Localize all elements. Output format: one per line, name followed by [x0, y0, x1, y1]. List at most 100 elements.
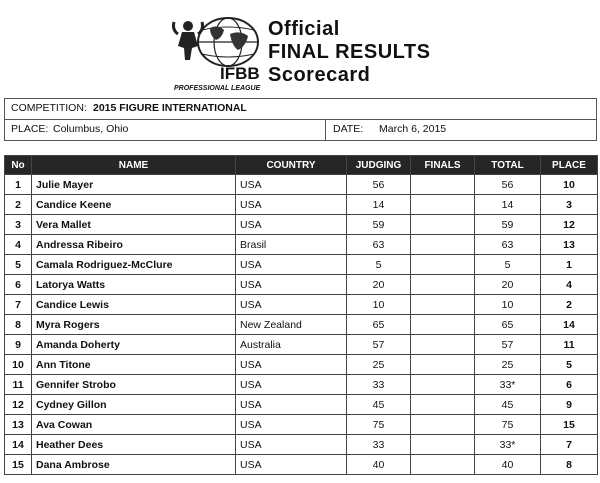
cell-no: 7 [4, 294, 32, 315]
cell-no: 10 [4, 354, 32, 375]
cell-name: Ava Cowan [31, 414, 236, 435]
place-value: Columbus, Ohio [53, 123, 129, 135]
cell-name: Andressa Ribeiro [31, 234, 236, 255]
cell-total: 57 [474, 334, 541, 355]
cell-finals [410, 374, 475, 395]
table-row: 5 Camala Rodriguez-McClure USA 5 5 1 [4, 254, 598, 275]
cell-finals [410, 194, 475, 215]
cell-judging: 63 [346, 234, 411, 255]
cell-place: 4 [540, 274, 598, 295]
cell-finals [410, 354, 475, 375]
table-row: 8 Myra Rogers New Zealand 65 65 14 [4, 314, 598, 335]
table-row: 9 Amanda Doherty Australia 57 57 11 [4, 334, 598, 355]
cell-judging: 33 [346, 434, 411, 455]
cell-no: 1 [4, 174, 32, 195]
cell-name: Myra Rogers [31, 314, 236, 335]
header-country: COUNTRY [235, 155, 347, 175]
logo-text: IFBB [220, 64, 260, 83]
cell-finals [410, 174, 475, 195]
table-row: 7 Candice Lewis USA 10 10 2 [4, 294, 598, 315]
table-header-row: No NAME COUNTRY JUDGING FINALS TOTAL PLA… [4, 155, 598, 175]
cell-total: 40 [474, 454, 541, 475]
place-date-divider [325, 120, 326, 140]
table-row: 12 Cydney Gillon USA 45 45 9 [4, 394, 598, 415]
cell-total: 56 [474, 174, 541, 195]
scorecard-page: IFBB PROFESSIONAL LEAGUE Official FINAL … [0, 0, 600, 483]
cell-name: Dana Ambrose [31, 454, 236, 475]
cell-finals [410, 434, 475, 455]
table-row: 11 Gennifer Strobo USA 33 33* 6 [4, 374, 598, 395]
cell-finals [410, 294, 475, 315]
cell-judging: 20 [346, 274, 411, 295]
cell-name: Heather Dees [31, 434, 236, 455]
cell-judging: 10 [346, 294, 411, 315]
header-finals: FINALS [410, 155, 475, 175]
cell-finals [410, 214, 475, 235]
cell-judging: 45 [346, 394, 411, 415]
results-body: 1 Julie Mayer USA 56 56 10 2 Candice Keene USA 14… [4, 174, 598, 475]
competition-box: COMPETITION: 2015 FIGURE INTERNATIONAL [4, 98, 597, 120]
cell-no: 13 [4, 414, 32, 435]
cell-country: USA [235, 294, 347, 315]
cell-no: 9 [4, 334, 32, 355]
cell-place: 15 [540, 414, 598, 435]
cell-judging: 75 [346, 414, 411, 435]
results-table: No NAME COUNTRY JUDGING FINALS TOTAL PLA… [4, 155, 598, 475]
cell-country: USA [235, 374, 347, 395]
cell-country: USA [235, 394, 347, 415]
table-row: 14 Heather Dees USA 33 33* 7 [4, 434, 598, 455]
cell-total: 45 [474, 394, 541, 415]
cell-name: Vera Mallet [31, 214, 236, 235]
competition-value: 2015 FIGURE INTERNATIONAL [93, 102, 247, 114]
cell-judging: 14 [346, 194, 411, 215]
cell-total: 33* [474, 374, 541, 395]
cell-place: 2 [540, 294, 598, 315]
cell-place: 12 [540, 214, 598, 235]
cell-no: 4 [4, 234, 32, 255]
cell-place: 7 [540, 434, 598, 455]
cell-total: 25 [474, 354, 541, 375]
title-final-results: FINAL RESULTS [268, 41, 431, 63]
cell-finals [410, 454, 475, 475]
cell-name: Candice Lewis [31, 294, 236, 315]
cell-no: 15 [4, 454, 32, 475]
date-value: March 6, 2015 [379, 123, 447, 135]
table-row: 13 Ava Cowan USA 75 75 15 [4, 414, 598, 435]
title-official: Official [268, 18, 340, 40]
header-total: TOTAL [474, 155, 541, 175]
title-scorecard: Scorecard [268, 64, 371, 86]
cell-name: Camala Rodriguez-McClure [31, 254, 236, 275]
cell-total: 20 [474, 274, 541, 295]
cell-name: Candice Keene [31, 194, 236, 215]
cell-no: 14 [4, 434, 32, 455]
cell-country: USA [235, 254, 347, 275]
cell-finals [410, 234, 475, 255]
cell-place: 13 [540, 234, 598, 255]
cell-judging: 40 [346, 454, 411, 475]
cell-no: 2 [4, 194, 32, 215]
cell-place: 11 [540, 334, 598, 355]
cell-country: USA [235, 214, 347, 235]
cell-total: 75 [474, 414, 541, 435]
cell-country: USA [235, 434, 347, 455]
cell-total: 65 [474, 314, 541, 335]
cell-finals [410, 314, 475, 335]
cell-name: Ann Titone [31, 354, 236, 375]
cell-no: 3 [4, 214, 32, 235]
table-row: 10 Ann Titone USA 25 25 5 [4, 354, 598, 375]
title-block: Official FINAL RESULTS Scorecard [268, 18, 430, 87]
cell-country: USA [235, 174, 347, 195]
cell-country: USA [235, 414, 347, 435]
cell-country: USA [235, 354, 347, 375]
cell-name: Latorya Watts [31, 274, 236, 295]
cell-judging: 57 [346, 334, 411, 355]
cell-judging: 33 [346, 374, 411, 395]
cell-judging: 59 [346, 214, 411, 235]
cell-place: 10 [540, 174, 598, 195]
cell-no: 6 [4, 274, 32, 295]
cell-total: 10 [474, 294, 541, 315]
cell-no: 12 [4, 394, 32, 415]
cell-finals [410, 394, 475, 415]
cell-no: 8 [4, 314, 32, 335]
cell-country: Australia [235, 334, 347, 355]
